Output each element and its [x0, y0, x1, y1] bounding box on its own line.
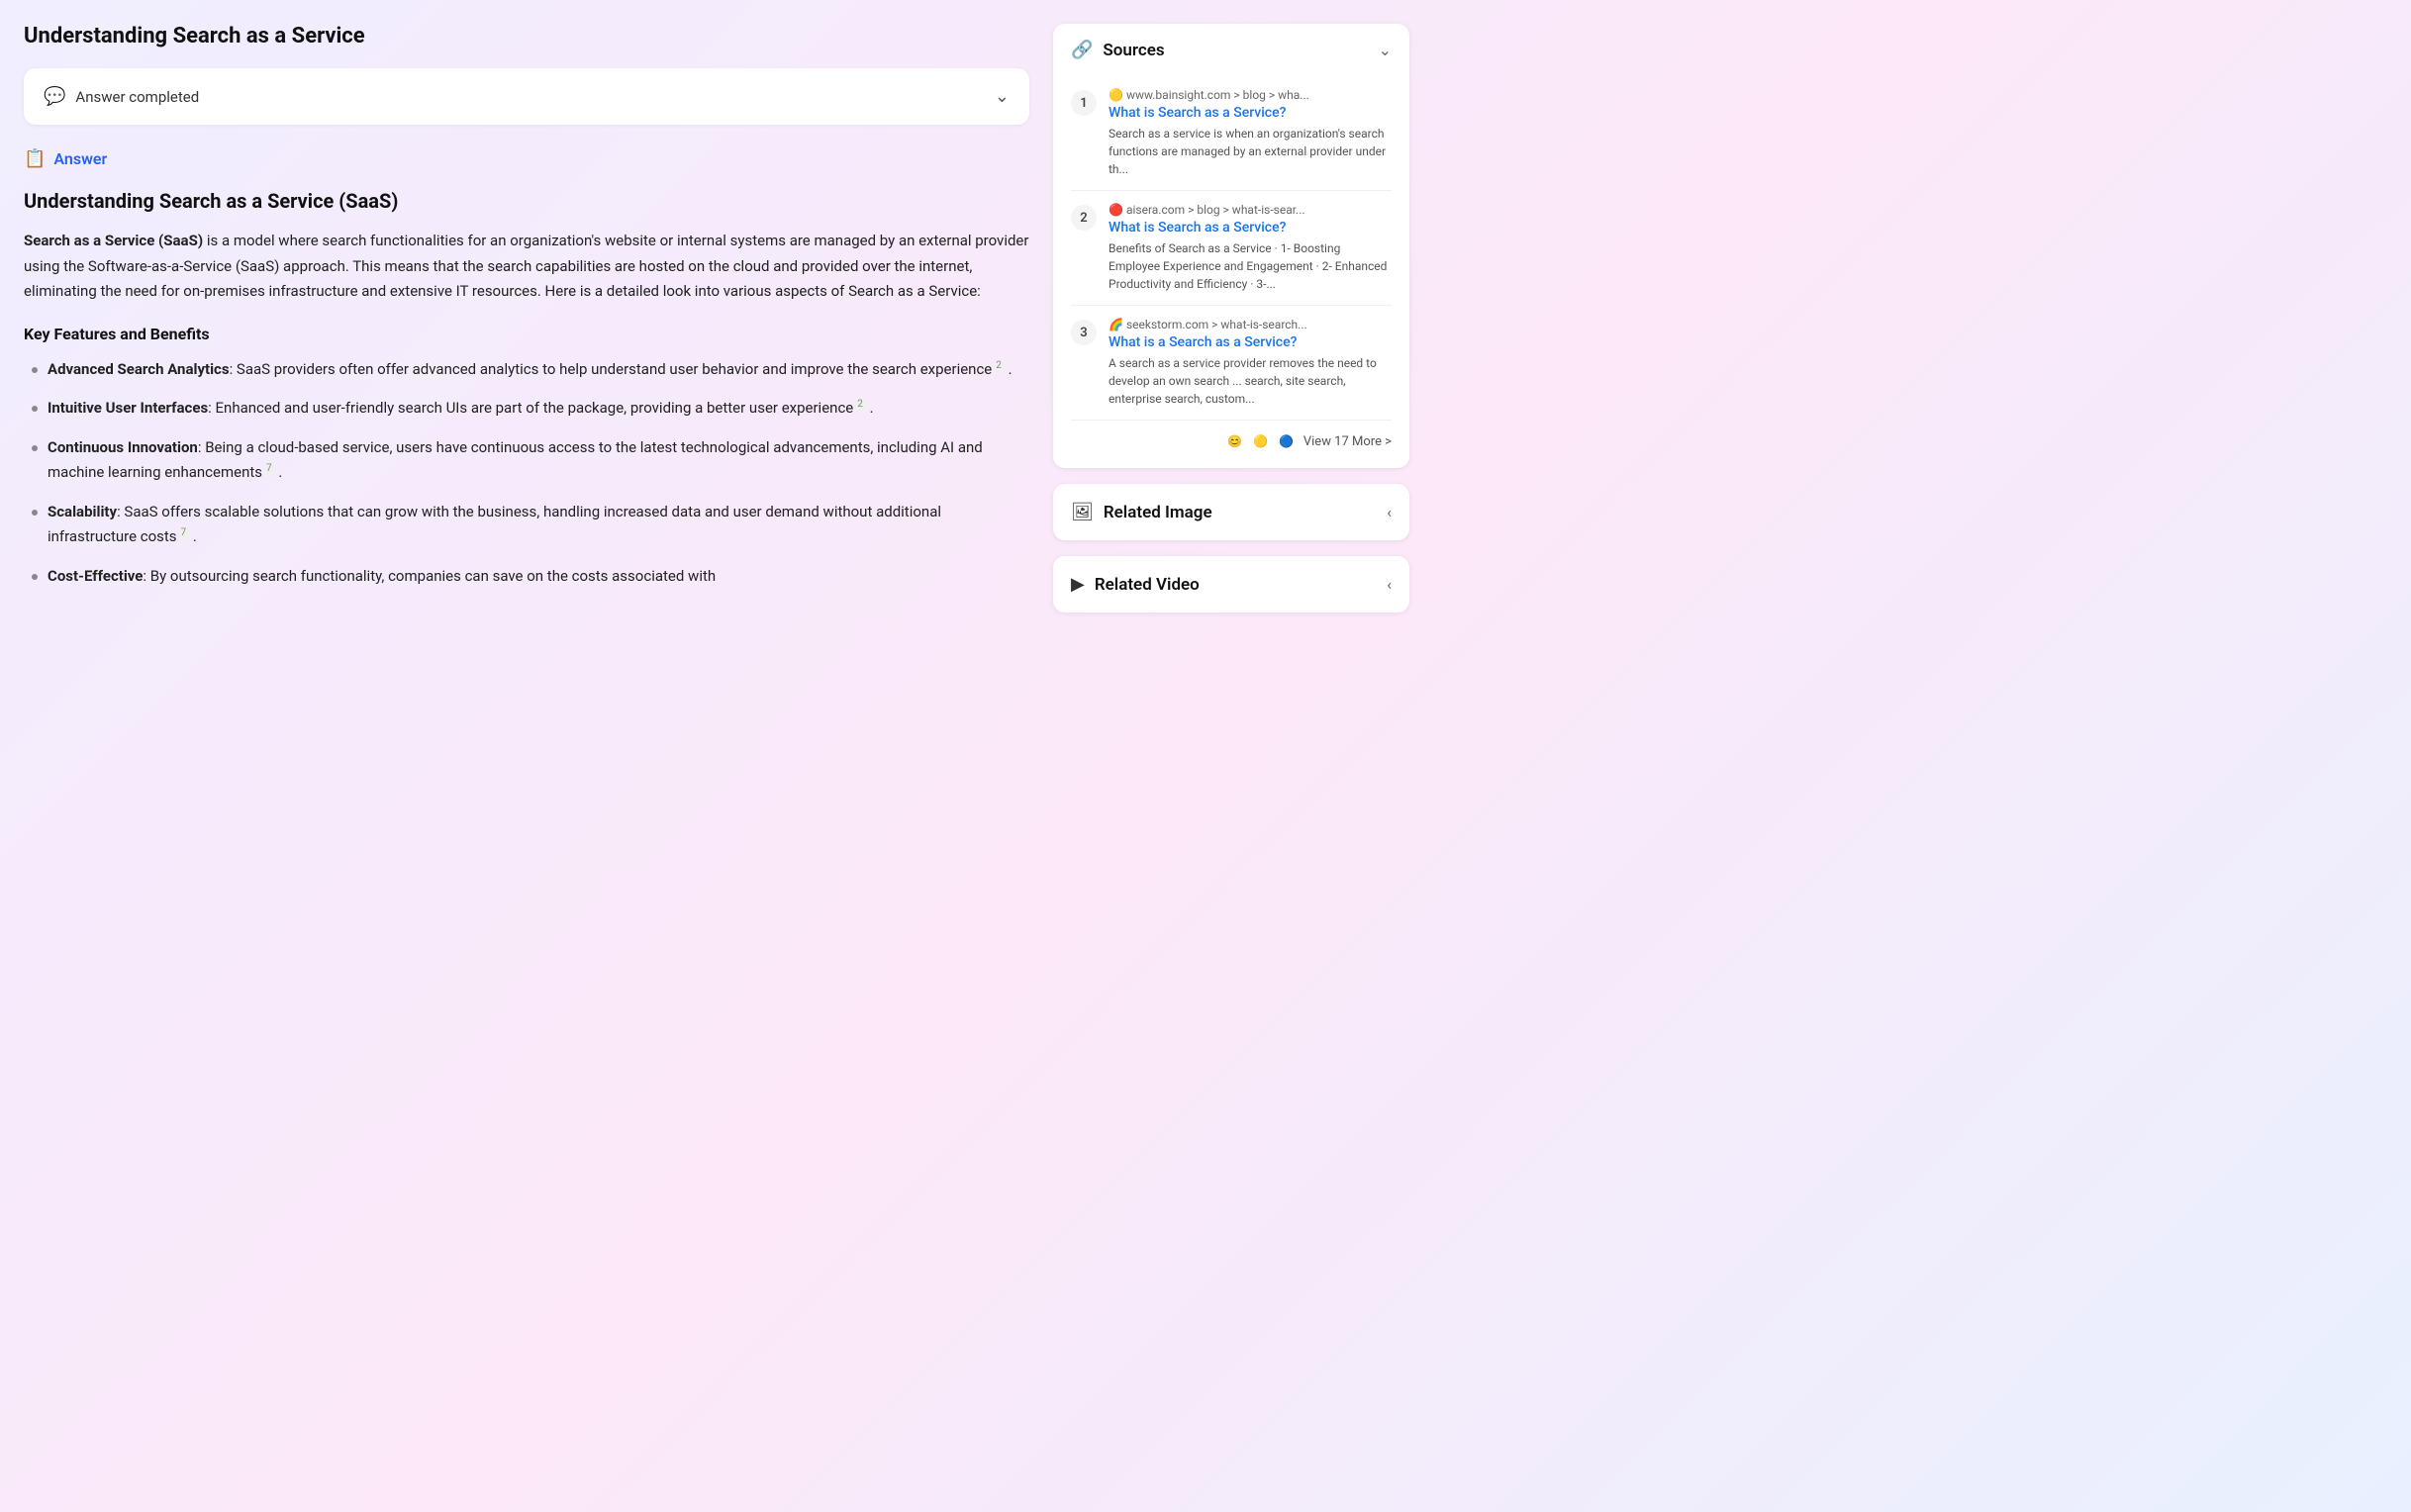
- source-favicon-2: 🔴: [1109, 203, 1123, 217]
- bullet-dot: [32, 574, 38, 580]
- article-title: Understanding Search as a Service (SaaS): [24, 189, 1029, 213]
- article-intro-bold: Search as a Service (SaaS): [24, 232, 203, 249]
- bullet-dot: [32, 406, 38, 412]
- related-image-title-row: 🖼 Related Image: [1071, 502, 1212, 522]
- image-icon: 🖼: [1071, 502, 1094, 522]
- status-left: 💬 Answer completed: [44, 86, 199, 107]
- chevron-left-icon[interactable]: ‹: [1387, 503, 1392, 521]
- source-number-3: 3: [1071, 320, 1097, 345]
- status-text: Answer completed: [75, 88, 199, 106]
- source-favicon-3: 🌈: [1109, 318, 1123, 331]
- chevron-down-icon[interactable]: ⌄: [1379, 41, 1392, 59]
- answer-label: Answer: [53, 149, 107, 168]
- source-number-1: 1: [1071, 90, 1097, 116]
- answer-section-header: 📋 Answer: [24, 148, 1029, 169]
- bullet-dot: [32, 367, 38, 373]
- source-link-3[interactable]: What is a Search as a Service?: [1109, 334, 1392, 350]
- source-link-1[interactable]: What is Search as a Service?: [1109, 105, 1392, 121]
- sources-card-header[interactable]: 🔗 Sources ⌄: [1053, 24, 1409, 76]
- related-video-header[interactable]: ▶ Related Video ‹: [1053, 556, 1409, 613]
- source-domain-2: 🔴 aisera.com > blog > what-is-sear...: [1109, 203, 1392, 217]
- source-avatar-2: 🟡: [1250, 430, 1272, 452]
- bullet-dot: [32, 510, 38, 516]
- source-favicon-1: 🟡: [1109, 88, 1123, 102]
- source-item-3[interactable]: 3 🌈 seekstorm.com > what-is-search... Wh…: [1071, 306, 1392, 421]
- source-domain-1: 🟡 www.bainsight.com > blog > wha...: [1109, 88, 1392, 102]
- list-item: Cost-Effective: By outsourcing search fu…: [32, 564, 1029, 590]
- source-details-3: 🌈 seekstorm.com > what-is-search... What…: [1109, 318, 1392, 408]
- source-avatar-1: 😊: [1224, 430, 1246, 452]
- related-image-card[interactable]: 🖼 Related Image ‹: [1053, 484, 1409, 540]
- list-item: Scalability: SaaS offers scalable soluti…: [32, 500, 1029, 550]
- list-item: Advanced Search Analytics: SaaS provider…: [32, 357, 1029, 383]
- key-features-heading: Key Features and Benefits: [24, 325, 1029, 343]
- answer-icon: 📋: [24, 148, 46, 169]
- article-intro: Search as a Service (SaaS) is a model wh…: [24, 229, 1029, 305]
- view-more-row[interactable]: 😊 🟡 🔵 View 17 More >: [1071, 421, 1392, 452]
- related-image-title: Related Image: [1104, 503, 1212, 522]
- sidebar: 🔗 Sources ⌄ 1 🟡 www.bainsight.com > blog…: [1053, 24, 1409, 613]
- related-image-header[interactable]: 🖼 Related Image ‹: [1053, 484, 1409, 540]
- view-more-link[interactable]: View 17 More >: [1303, 434, 1392, 449]
- status-card[interactable]: 💬 Answer completed ⌄: [24, 68, 1029, 125]
- list-item-text: Scalability: SaaS offers scalable soluti…: [48, 500, 1029, 550]
- source-avatar-3: 🔵: [1276, 430, 1298, 452]
- bullet-dot: [32, 445, 38, 451]
- page-title: Understanding Search as a Service: [24, 24, 1029, 48]
- source-snippet-3: A search as a service provider removes t…: [1109, 354, 1392, 408]
- source-snippet-1: Search as a service is when an organizat…: [1109, 125, 1392, 178]
- related-video-title-row: ▶ Related Video: [1071, 574, 1200, 595]
- features-list: Advanced Search Analytics: SaaS provider…: [24, 357, 1029, 590]
- article: Understanding Search as a Service (SaaS)…: [24, 189, 1029, 589]
- source-link-2[interactable]: What is Search as a Service?: [1109, 220, 1392, 236]
- list-item: Continuous Innovation: Being a cloud-bas…: [32, 435, 1029, 486]
- sources-title-row: 🔗 Sources: [1071, 40, 1165, 60]
- source-number-2: 2: [1071, 205, 1097, 231]
- sources-list: 1 🟡 www.bainsight.com > blog > wha... Wh…: [1053, 76, 1409, 468]
- list-item-text: Intuitive User Interfaces: Enhanced and …: [48, 396, 874, 422]
- source-avatars: 😊 🟡 🔵: [1224, 430, 1298, 452]
- related-video-card[interactable]: ▶ Related Video ‹: [1053, 556, 1409, 613]
- source-domain-3: 🌈 seekstorm.com > what-is-search...: [1109, 318, 1392, 331]
- list-item-text: Cost-Effective: By outsourcing search fu…: [48, 564, 716, 590]
- chevron-down-icon[interactable]: ⌄: [995, 86, 1010, 107]
- source-snippet-2: Benefits of Search as a Service · 1- Boo…: [1109, 239, 1392, 293]
- link-icon: 🔗: [1071, 40, 1093, 60]
- list-item: Intuitive User Interfaces: Enhanced and …: [32, 396, 1029, 422]
- chevron-left-icon[interactable]: ‹: [1387, 575, 1392, 594]
- main-content: Understanding Search as a Service 💬 Answ…: [24, 24, 1029, 603]
- status-icon: 💬: [44, 86, 65, 107]
- list-item-text: Continuous Innovation: Being a cloud-bas…: [48, 435, 1029, 486]
- source-details-1: 🟡 www.bainsight.com > blog > wha... What…: [1109, 88, 1392, 178]
- video-icon: ▶: [1071, 574, 1085, 595]
- list-item-text: Advanced Search Analytics: SaaS provider…: [48, 357, 1013, 383]
- sources-card: 🔗 Sources ⌄ 1 🟡 www.bainsight.com > blog…: [1053, 24, 1409, 468]
- source-item-1[interactable]: 1 🟡 www.bainsight.com > blog > wha... Wh…: [1071, 76, 1392, 191]
- source-details-2: 🔴 aisera.com > blog > what-is-sear... Wh…: [1109, 203, 1392, 293]
- related-video-title: Related Video: [1095, 575, 1200, 595]
- source-item-2[interactable]: 2 🔴 aisera.com > blog > what-is-sear... …: [1071, 191, 1392, 306]
- sources-title: Sources: [1103, 41, 1164, 60]
